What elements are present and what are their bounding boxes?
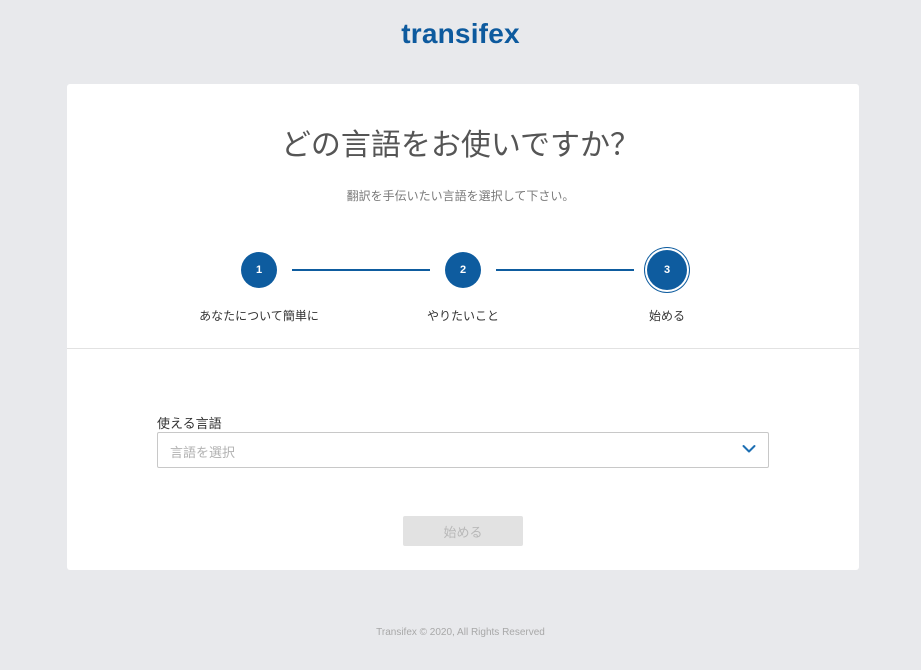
footer-copyright: Transifex © 2020, All Rights Reserved — [376, 627, 545, 638]
step-1-label: あなたについて簡単に — [199, 309, 319, 323]
page-title: どの言語をお使いですか？ — [280, 128, 641, 163]
step-connector-2 — [496, 269, 634, 271]
chevron-down-icon[interactable] — [742, 444, 756, 454]
language-select-placeholder: 言語を選択 — [170, 446, 236, 461]
step-3-label: 始める — [648, 309, 685, 323]
step-2-label: やりたいこと — [426, 309, 499, 323]
step-2-circle: 2 — [445, 252, 481, 288]
step-connector-1 — [292, 269, 430, 271]
page-subtitle: 翻訳を手伝いたい言語を選択して下さい。 — [346, 189, 575, 203]
language-select[interactable]: 言語を選択 — [157, 432, 769, 468]
transifex-logo[interactable]: transifex — [0, 18, 921, 50]
start-button[interactable]: 始める — [403, 516, 523, 546]
language-field-label: 使える言語 — [157, 417, 222, 432]
step-3-circle: 3 — [647, 250, 687, 290]
step-1-circle: 1 — [241, 252, 277, 288]
section-divider — [67, 348, 859, 349]
